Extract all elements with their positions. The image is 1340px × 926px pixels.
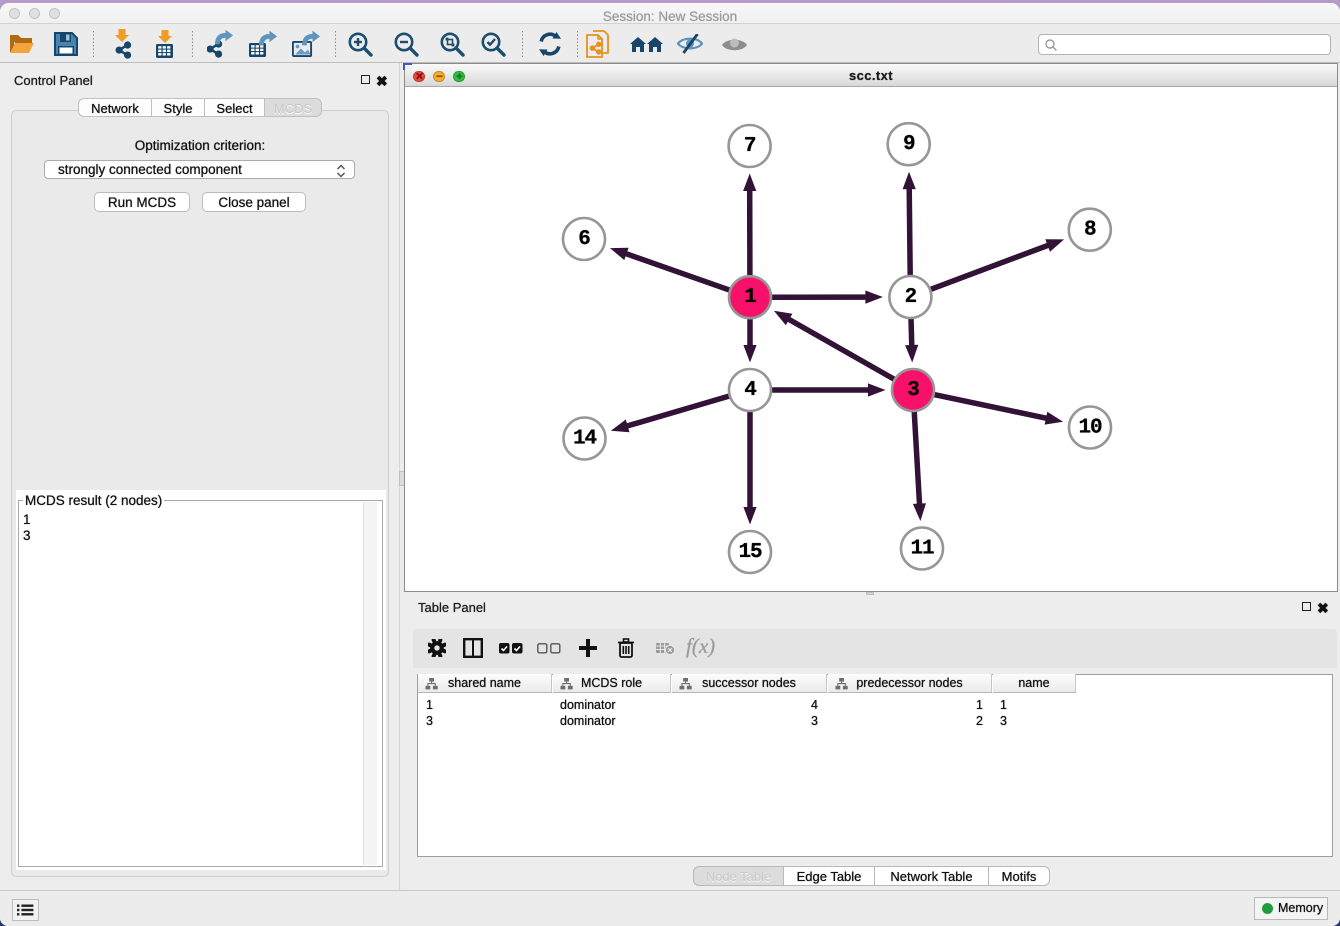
svg-text:8: 8 (1084, 219, 1096, 242)
svg-text:11: 11 (910, 538, 934, 561)
svg-text:3: 3 (907, 379, 919, 402)
svg-text:7: 7 (744, 135, 756, 158)
svg-text:15: 15 (738, 541, 762, 564)
svg-text:10: 10 (1078, 417, 1102, 440)
svg-text:1: 1 (744, 286, 756, 309)
svg-text:14: 14 (573, 428, 597, 451)
svg-text:2: 2 (905, 286, 917, 309)
svg-text:4: 4 (744, 379, 756, 402)
svg-text:6: 6 (578, 228, 590, 251)
svg-text:9: 9 (903, 133, 915, 156)
